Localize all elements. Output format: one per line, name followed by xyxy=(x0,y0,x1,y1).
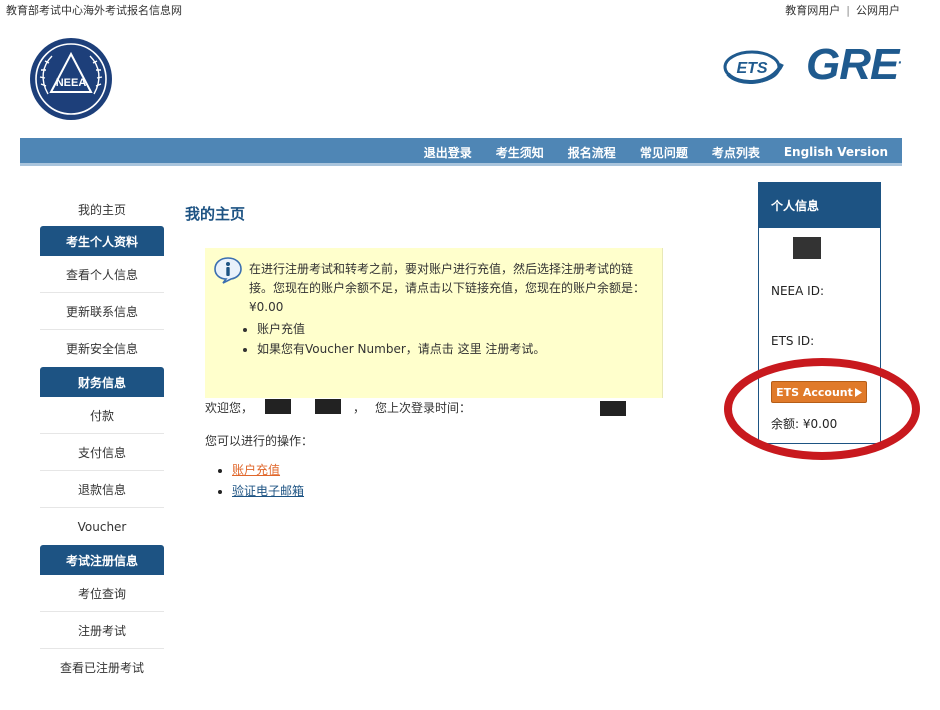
avatar xyxy=(793,237,821,259)
notice-text: 在进行注册考试和转考之前，要对账户进行充值，然后选择注册考试的链接。您现在的账户… xyxy=(249,262,646,314)
profile-header: 个人信息 xyxy=(759,183,880,228)
sidebar-item-voucher[interactable]: Voucher xyxy=(40,508,164,545)
sidebar-section-personal-info: 考生个人资料 xyxy=(40,226,164,256)
redacted-block xyxy=(265,399,292,414)
welcome-prefix: 欢迎您， xyxy=(205,401,254,415)
sidebar-item-register-exam[interactable]: 注册考试 xyxy=(40,612,164,649)
list-item: 验证电子邮箱 xyxy=(232,481,304,502)
sidebar-item-refund-info[interactable]: 退款信息 xyxy=(40,471,164,508)
play-triangle-icon xyxy=(854,387,862,397)
sidebar-section-financial-info: 财务信息 xyxy=(40,367,164,397)
page-title: 我的主页 xyxy=(185,205,246,223)
ets-account-button-label: ETS Account xyxy=(776,385,853,399)
sidebar-item-view-personal-info[interactable]: 查看个人信息 xyxy=(40,256,164,293)
sidebar-item-payment[interactable]: 付款 xyxy=(40,397,164,434)
nav-faq[interactable]: 常见问题 xyxy=(640,144,688,161)
sidebar-item-home[interactable]: 我的主页 xyxy=(40,192,164,226)
neea-logo: NEEA xyxy=(30,38,112,120)
nav-logout[interactable]: 退出登录 xyxy=(424,144,472,161)
gre-logo-text: GRE xyxy=(806,40,899,89)
sidebar-item-seat-search[interactable]: 考位查询 xyxy=(40,575,164,612)
gre-logo-dot: . xyxy=(898,50,902,67)
redacted-block xyxy=(315,399,342,414)
left-sidebar: 我的主页 考生个人资料 查看个人信息 更新联系信息 更新安全信息 财务信息 付款… xyxy=(40,192,164,686)
site-name: 教育部考试中心海外考试报名信息网 xyxy=(6,4,182,17)
sidebar-item-view-registered-exams[interactable]: 查看已注册考试 xyxy=(40,649,164,686)
sidebar-item-payment-info[interactable]: 支付信息 xyxy=(40,434,164,471)
notice-box: 在进行注册考试和转考之前，要对账户进行充值，然后选择注册考试的链接。您现在的账户… xyxy=(205,248,663,398)
public-network-user-link[interactable]: 公网用户 xyxy=(856,4,900,17)
nav-items: 退出登录 考生须知 报名流程 常见问题 考点列表 English Version xyxy=(424,138,888,166)
notice-list: 账户充值 如果您有Voucher Number，请点击 这里 注册考试。 xyxy=(257,319,648,359)
nav-candidate-notice[interactable]: 考生须知 xyxy=(496,144,544,161)
notice-item-recharge[interactable]: 账户充值 xyxy=(257,319,648,339)
nav-registration-process[interactable]: 报名流程 xyxy=(568,144,616,161)
ets-account-button[interactable]: ETS Account xyxy=(771,381,867,403)
top-links: 教育网用户 | 公网用户 xyxy=(785,2,900,18)
profile-panel: 个人信息 NEEA ID: ETS ID: ETS Account 余额: ¥0… xyxy=(758,182,881,444)
recharge-account-link[interactable]: 账户充值 xyxy=(232,463,280,477)
available-ops-label: 您可以进行的操作： xyxy=(205,434,314,448)
gre-logo: GRE. xyxy=(806,40,902,90)
info-icon xyxy=(214,257,242,284)
neea-id-label: NEEA ID: xyxy=(771,284,824,298)
sidebar-section-exam-registration: 考试注册信息 xyxy=(40,545,164,575)
nav-english-version[interactable]: English Version xyxy=(784,145,888,159)
list-item: 账户充值 xyxy=(232,460,304,481)
verify-email-link[interactable]: 验证电子邮箱 xyxy=(232,484,304,498)
main-nav-bar: 退出登录 考生须知 报名流程 常见问题 考点列表 English Version xyxy=(20,138,902,166)
ets-logo: ETS xyxy=(723,50,784,85)
sidebar-item-update-security-info[interactable]: 更新安全信息 xyxy=(40,330,164,367)
available-ops-list: 账户充值 验证电子邮箱 xyxy=(232,460,304,502)
last-login-label: 您上次登录时间： xyxy=(375,401,472,415)
neea-logo-text: NEEA xyxy=(56,77,87,89)
ets-id-label: ETS ID: xyxy=(771,334,815,348)
account-balance: 余额: ¥0.00 xyxy=(771,417,838,431)
nav-test-center-list[interactable]: 考点列表 xyxy=(712,144,760,161)
ets-logo-text: ETS xyxy=(736,60,767,77)
top-links-divider: | xyxy=(846,4,850,17)
edu-network-user-link[interactable]: 教育网用户 xyxy=(785,4,840,17)
notice-item-voucher[interactable]: 如果您有Voucher Number，请点击 这里 注册考试。 xyxy=(257,339,648,359)
welcome-comma: ， xyxy=(353,401,366,415)
welcome-line: 欢迎您， ， 您上次登录时间： xyxy=(205,399,471,416)
redacted-block xyxy=(600,401,626,416)
sidebar-item-update-contact-info[interactable]: 更新联系信息 xyxy=(40,293,164,330)
